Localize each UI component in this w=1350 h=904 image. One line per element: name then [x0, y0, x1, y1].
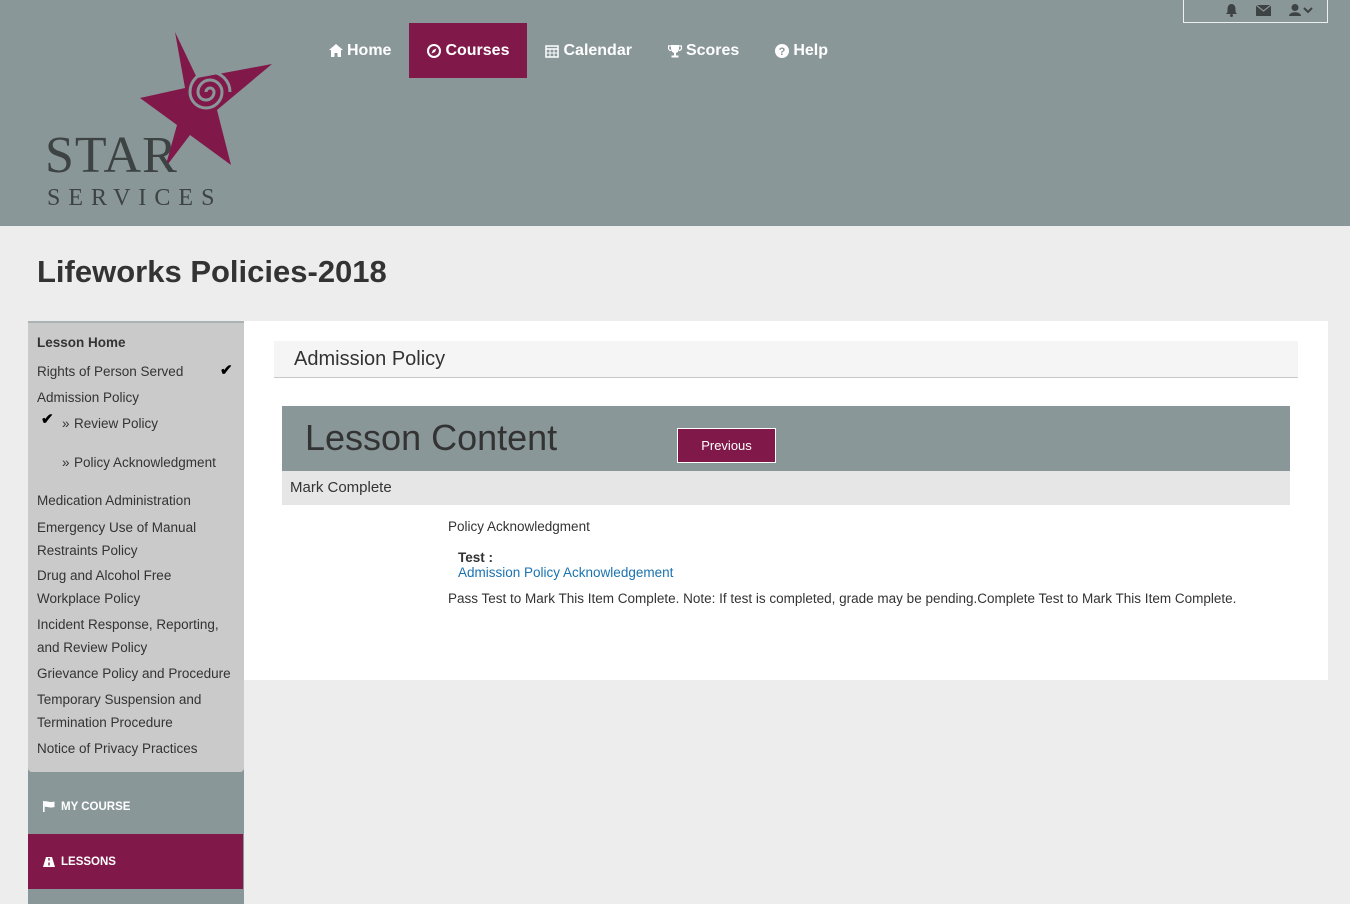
- previous-button[interactable]: Previous: [677, 428, 776, 463]
- lesson-content-title: Lesson Content: [305, 417, 558, 458]
- svg-text:?: ?: [779, 46, 786, 58]
- lesson-list: Lesson Home Rights of Person Served ✔ Ad…: [28, 321, 244, 772]
- nav-home-label: Home: [347, 41, 392, 59]
- bell-icon[interactable]: [1225, 3, 1238, 17]
- checkmark-icon: ✔: [41, 411, 54, 428]
- page-title: Lifeworks Policies-2018: [37, 254, 387, 289]
- nav-calendar-label: Calendar: [563, 41, 632, 59]
- sub-marker: »: [62, 455, 70, 470]
- lesson-panel: Admission Policy Lesson Content Previous…: [244, 321, 1328, 680]
- nav-scores-label: Scores: [685, 41, 740, 59]
- sub-marker: »: [62, 416, 70, 431]
- mark-complete-bar: Mark Complete: [282, 471, 1290, 505]
- sidebar-item-temporary-suspension[interactable]: Temporary Suspension and Termination Pro…: [37, 689, 222, 734]
- sidebar-item-grievance-policy[interactable]: Grievance Policy and Procedure: [37, 663, 231, 686]
- nav-courses[interactable]: Courses: [409, 23, 528, 78]
- logo-wordmark-services: SERVICES: [47, 185, 223, 211]
- nav-home[interactable]: Home: [311, 23, 409, 78]
- nav-scores[interactable]: Scores: [650, 23, 757, 78]
- site-header: STAR SERVICES Home Courses Calendar Scor…: [0, 0, 1350, 226]
- sidebar-item-rights-of-person-served[interactable]: Rights of Person Served: [37, 361, 183, 384]
- lessons-button[interactable]: LESSONS: [28, 834, 243, 889]
- lessons-label: LESSONS: [61, 855, 116, 868]
- section-heading: Admission Policy: [274, 341, 1298, 378]
- star-services-logo[interactable]: STAR SERVICES: [40, 30, 280, 212]
- sidebar-item-notice-privacy[interactable]: Notice of Privacy Practices: [37, 738, 198, 761]
- sidebar-item-lesson-home[interactable]: Lesson Home: [37, 332, 126, 355]
- sidebar: Lesson Home Rights of Person Served ✔ Ad…: [28, 321, 244, 904]
- nav-help-label: Help: [793, 41, 828, 59]
- sidebar-subitem-review-policy[interactable]: Review Policy: [74, 413, 158, 436]
- utility-toolbar: [1183, 0, 1328, 23]
- nav-calendar[interactable]: Calendar: [527, 23, 649, 78]
- envelope-icon[interactable]: [1256, 4, 1271, 16]
- sidebar-item-drug-alcohol[interactable]: Drug and Alcohol Free Workplace Policy: [37, 565, 207, 610]
- home-icon: [329, 44, 343, 57]
- sidebar-subitem-policy-acknowledgment[interactable]: Policy Acknowledgment: [74, 452, 216, 475]
- checkmark-icon: ✔: [220, 362, 233, 379]
- flag-icon: [43, 801, 55, 812]
- compass-icon: [427, 43, 442, 58]
- nav-courses-label: Courses: [445, 41, 510, 59]
- question-circle-icon: ?: [775, 43, 790, 58]
- test-label: Test :: [458, 550, 494, 565]
- completion-note: Pass Test to Mark This Item Complete. No…: [448, 591, 1237, 606]
- main-nav: Home Courses Calendar Scores ? Help: [311, 23, 846, 78]
- user-menu-icon[interactable]: [1289, 4, 1313, 16]
- sidebar-item-incident-response[interactable]: Incident Response, Reporting, and Review…: [37, 614, 237, 659]
- item-title: Policy Acknowledgment: [448, 519, 590, 534]
- road-icon: [43, 856, 55, 867]
- sidebar-item-medication-administration[interactable]: Medication Administration: [37, 490, 191, 513]
- lesson-content-bar: Lesson Content Previous: [282, 406, 1290, 471]
- sidebar-item-emergency-use[interactable]: Emergency Use of Manual Restraints Polic…: [37, 517, 227, 562]
- logo-wordmark-star: STAR: [45, 127, 178, 184]
- test-link[interactable]: Admission Policy Acknowledgement: [458, 565, 673, 580]
- sidebar-item-admission-policy[interactable]: Admission Policy: [37, 387, 139, 410]
- my-course-label: MY COURSE: [61, 800, 131, 813]
- trophy-icon: [667, 44, 682, 58]
- nav-help[interactable]: ? Help: [757, 23, 846, 78]
- calendar-icon: [545, 44, 560, 58]
- my-course-button[interactable]: MY COURSE: [28, 779, 243, 834]
